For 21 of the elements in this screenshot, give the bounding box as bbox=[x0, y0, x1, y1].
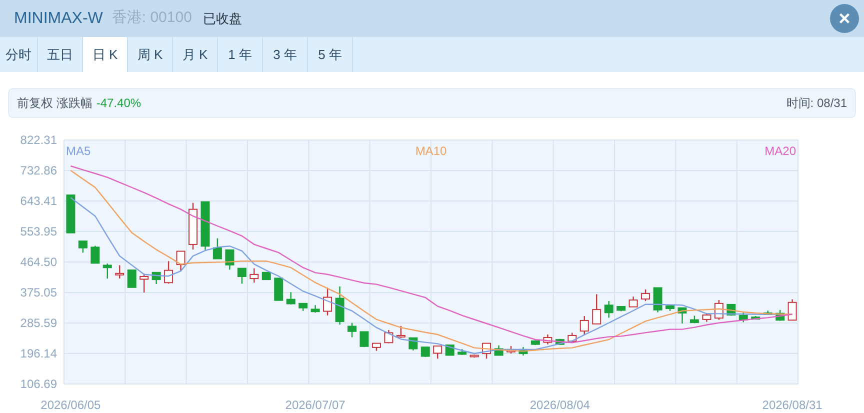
y-axis-label: 106.69 bbox=[20, 377, 57, 391]
x-axis-label: 2026/08/31 bbox=[762, 398, 822, 412]
change-percent: -47.40% bbox=[96, 95, 142, 112]
y-axis-label: 196.14 bbox=[20, 346, 57, 360]
legend-label: MA20 bbox=[764, 144, 796, 158]
y-axis-label: 285.59 bbox=[20, 316, 57, 330]
y-axis-label: 732.86 bbox=[20, 164, 57, 178]
x-axis-label: 2026/06/05 bbox=[40, 398, 101, 412]
x-axis-label: 2026/07/07 bbox=[285, 398, 346, 412]
y-axis-label: 643.41 bbox=[20, 194, 57, 208]
legend-label: MA5 bbox=[66, 144, 91, 158]
y-axis-label: 375.05 bbox=[20, 286, 57, 300]
y-axis-label: 464.50 bbox=[20, 255, 57, 269]
y-axis-label: 822.31 bbox=[20, 133, 57, 147]
market-status: 已收盘 bbox=[202, 10, 242, 28]
stock-title: MINIMAX-W bbox=[14, 8, 103, 28]
adjust-label: 前复权 涨跌幅 bbox=[17, 95, 92, 112]
y-axis-label: 553.95 bbox=[20, 224, 57, 238]
legend-label: MA10 bbox=[415, 144, 447, 158]
time-label: 时间: 08/31 bbox=[786, 95, 847, 112]
x-axis-label: 2026/08/04 bbox=[530, 398, 590, 412]
